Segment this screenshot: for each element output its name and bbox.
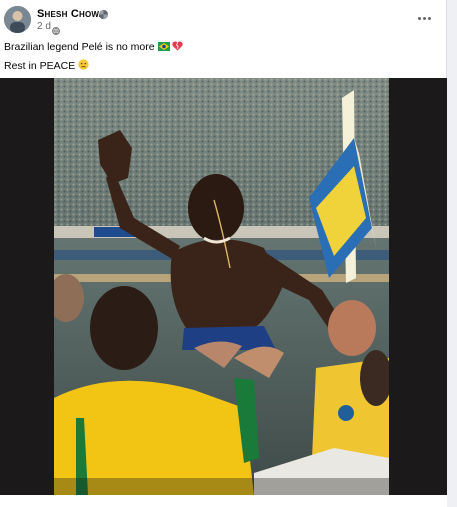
caption-text: Rest in PEACE (4, 60, 76, 72)
pele-celebration-photo[interactable] (54, 78, 389, 495)
sad-face-emoji (78, 59, 89, 73)
author-name[interactable]: Shesh Chowa (37, 8, 105, 20)
pinwheel-icon (98, 7, 109, 25)
more-dot (427, 16, 431, 20)
avatar[interactable] (4, 6, 31, 33)
post-footer (0, 495, 447, 507)
more-options-icon[interactable] (415, 12, 433, 24)
globe-icon (52, 22, 60, 40)
broken-heart-emoji (172, 41, 184, 54)
post-media[interactable] (0, 78, 447, 495)
brazil-flag-emoji (157, 42, 170, 54)
post-caption-line-1: Brazilian legend Pelé is no more (4, 41, 184, 54)
post-header: Shesh Chowa 2 d (0, 0, 447, 36)
post-card: Shesh Chowa 2 d Brazilian legend Pelé is… (0, 0, 447, 507)
more-dot (422, 16, 426, 20)
post-timestamp[interactable]: 2 d (37, 21, 51, 32)
post-caption-line-2: Rest in PEACE (4, 59, 89, 73)
caption-text: Brazilian legend Pelé is no more (4, 41, 155, 53)
more-dot (417, 16, 421, 20)
